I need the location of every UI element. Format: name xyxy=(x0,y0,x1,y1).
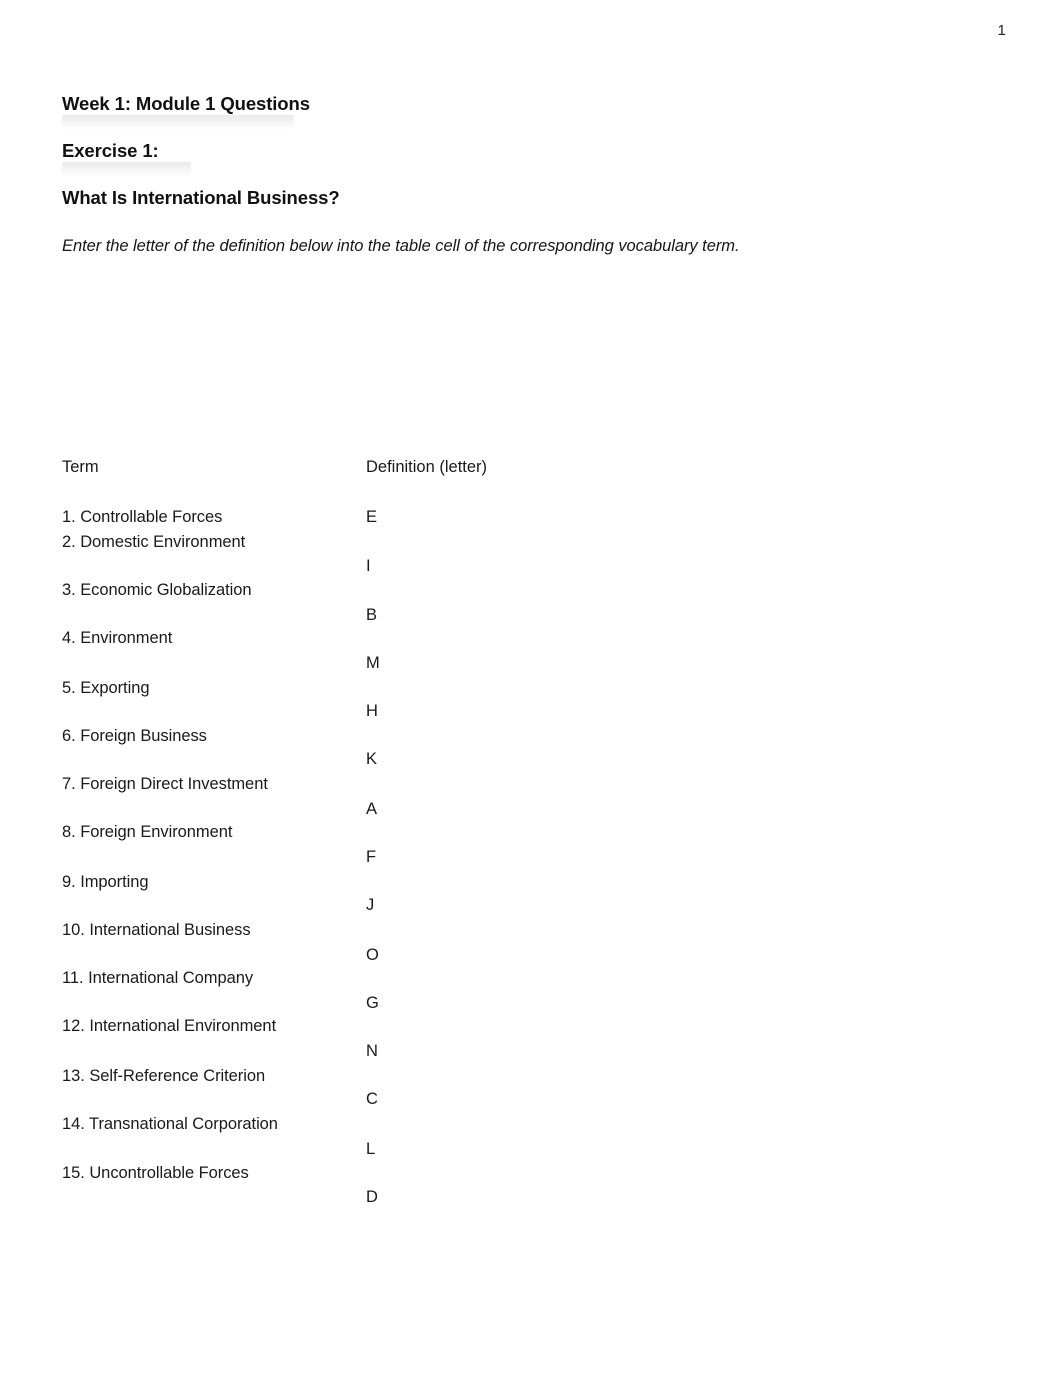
table-row-letter[interactable]: A xyxy=(366,800,377,819)
table-header-term: Term xyxy=(62,458,99,476)
table-row-letter[interactable]: H xyxy=(366,702,378,721)
table-row-letter[interactable]: F xyxy=(366,848,376,867)
table-row-letter[interactable]: B xyxy=(366,606,377,625)
table-row-term: 15. Uncontrollable Forces xyxy=(62,1164,249,1182)
table-row-term: 8. Foreign Environment xyxy=(62,823,233,841)
table-row-letter[interactable]: N xyxy=(366,1042,378,1061)
table-row-term: 14. Transnational Corporation xyxy=(62,1115,278,1133)
table-row-letter[interactable]: J xyxy=(366,896,374,915)
table-header-definition: Definition (letter) xyxy=(366,458,488,476)
table-row-letter[interactable]: E xyxy=(366,508,377,527)
table-row-letter[interactable]: O xyxy=(366,946,379,965)
heading-shadow-band-exercise xyxy=(62,162,191,177)
table-row-term: 10. International Business xyxy=(62,921,251,939)
table-row-term: 13. Self-Reference Criterion xyxy=(62,1067,266,1085)
table-row-term: 6. Foreign Business xyxy=(62,727,207,745)
table-row-term: 3. Economic Globalization xyxy=(62,581,252,599)
page-title: Week 1: Module 1 Questions xyxy=(62,93,310,114)
table-row-letter[interactable]: I xyxy=(366,557,371,576)
table-row-term: 1. Controllable Forces xyxy=(62,508,223,526)
table-row-letter[interactable]: D xyxy=(366,1188,378,1207)
table-row-term: 4. Environment xyxy=(62,629,173,647)
table-row-term: 11. International Company xyxy=(62,969,254,987)
table-row-letter[interactable]: L xyxy=(366,1140,375,1159)
table-row-term: 5. Exporting xyxy=(62,679,150,697)
table-row-letter[interactable]: C xyxy=(366,1090,378,1109)
document-page: 1 Week 1: Module 1 Questions Exercise 1:… xyxy=(0,0,1062,1377)
table-row-term: 7. Foreign Direct Investment xyxy=(62,775,268,793)
topic-heading: What Is International Business? xyxy=(62,187,340,208)
heading-shadow-band-week xyxy=(62,115,294,130)
exercise-heading: Exercise 1: xyxy=(62,140,159,161)
table-row-term: 2. Domestic Environment xyxy=(62,533,246,551)
table-row-letter[interactable]: M xyxy=(366,654,380,673)
table-row-letter[interactable]: G xyxy=(366,994,379,1013)
table-row-letter[interactable]: K xyxy=(366,750,377,769)
table-row-term: 9. Importing xyxy=(62,873,149,891)
table-row-term: 12. International Environment xyxy=(62,1017,277,1035)
